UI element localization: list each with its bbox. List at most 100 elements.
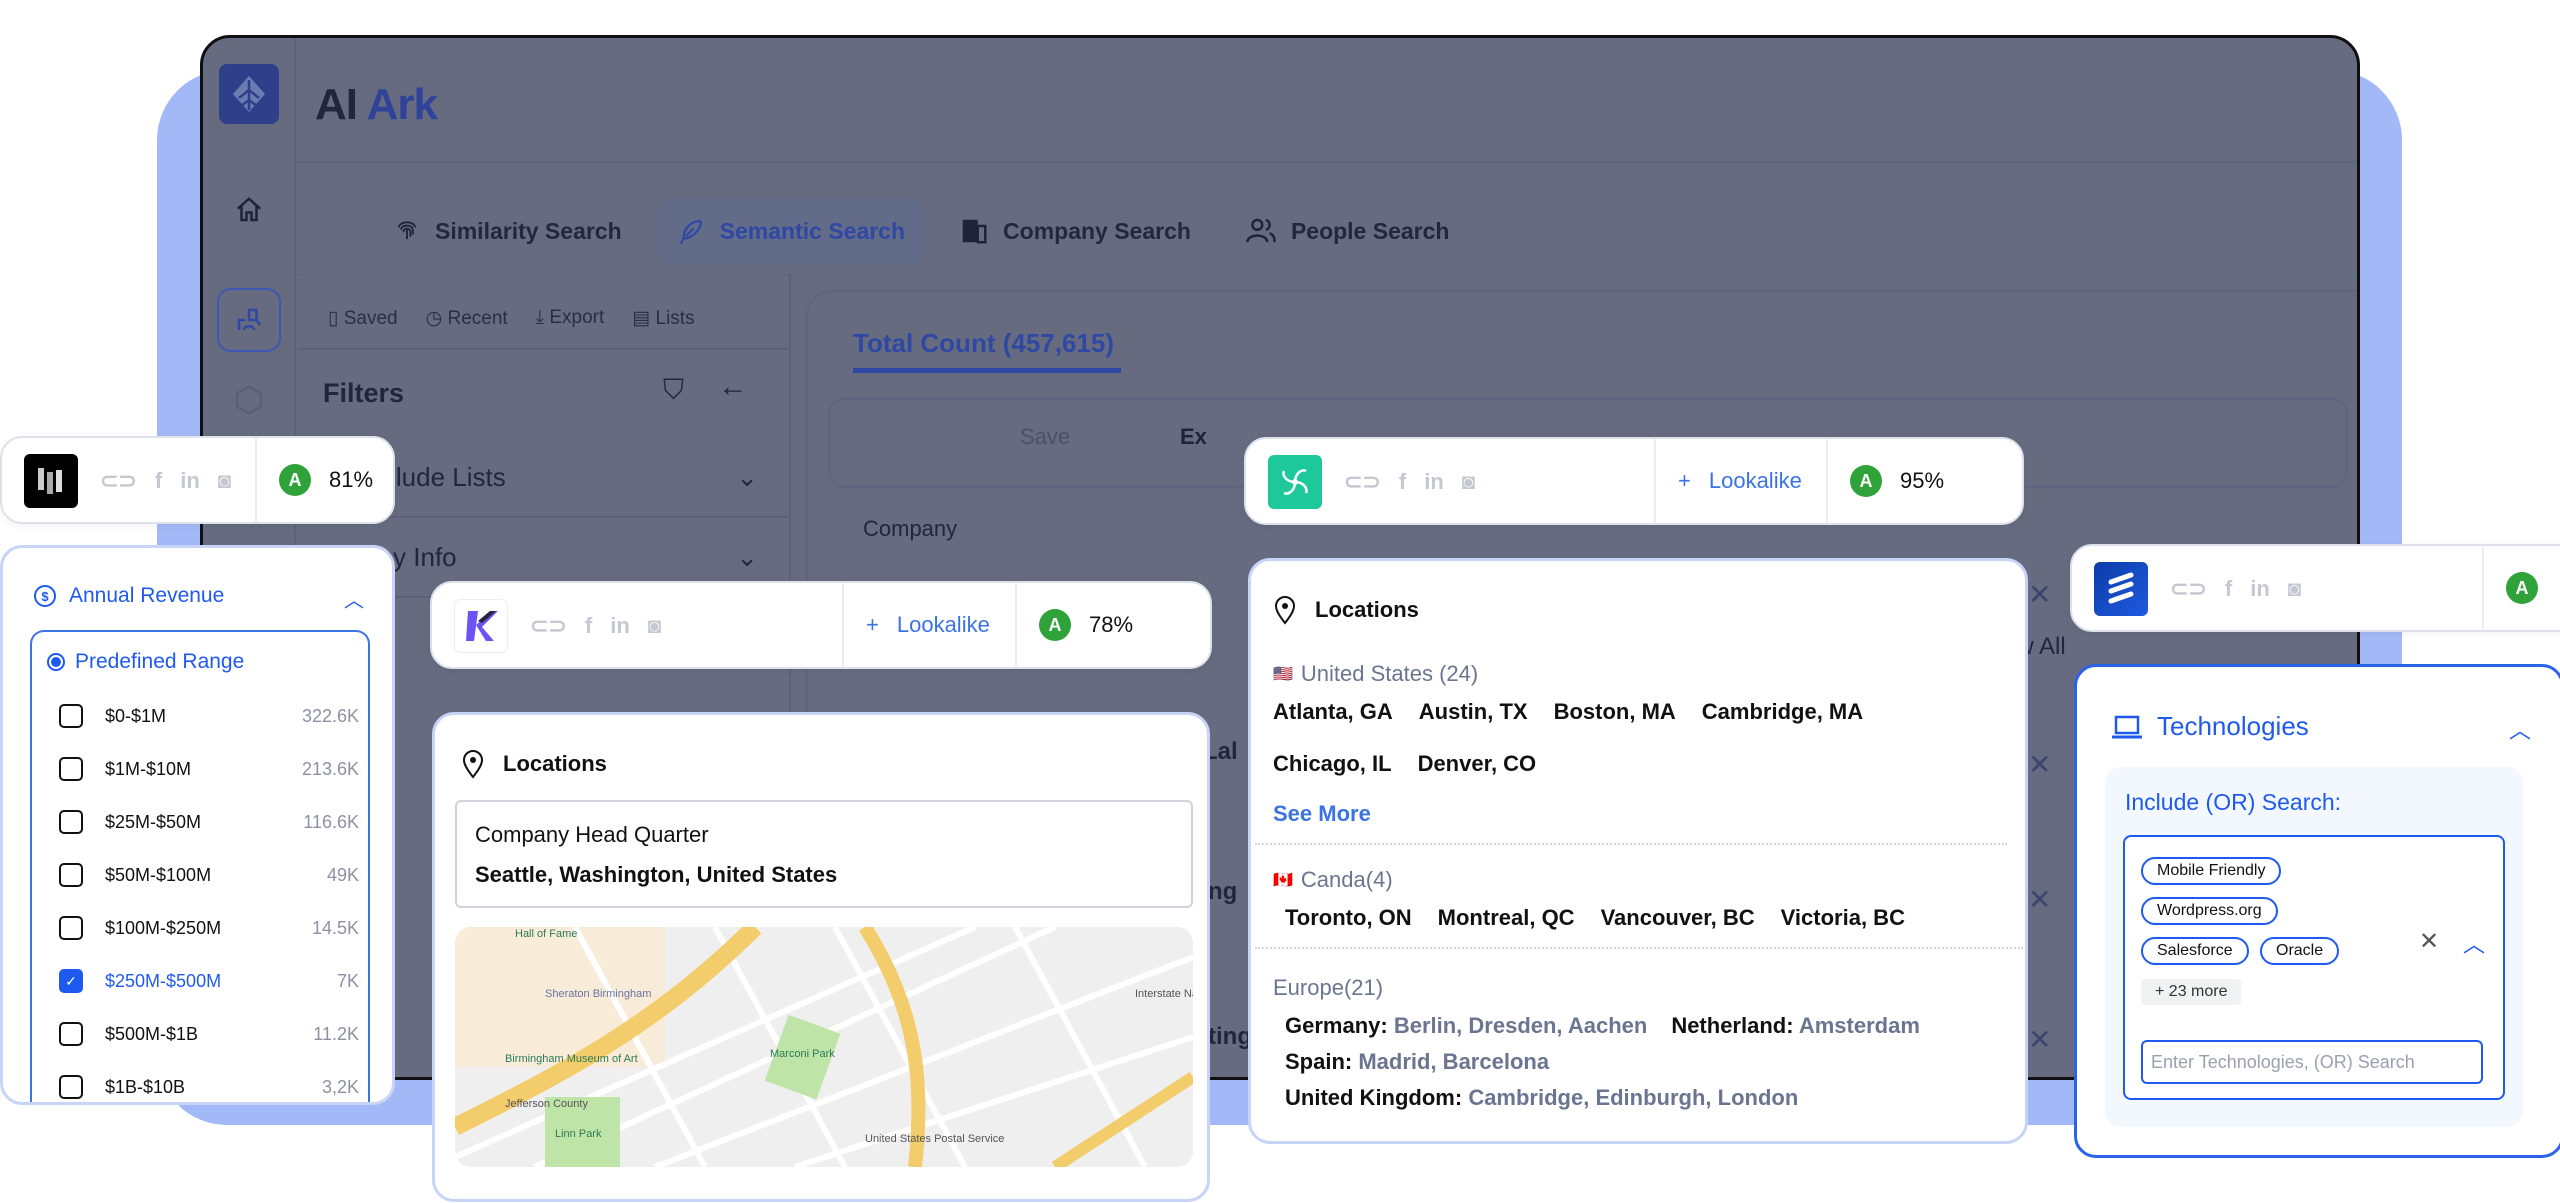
predefined-range-radio[interactable]: Predefined Range [47, 650, 244, 674]
revenue-range-option[interactable]: $50M-$100M 49K [59, 863, 359, 887]
match-score: 78% [1089, 612, 1134, 637]
total-count: Total Count (457,615) [853, 328, 1115, 358]
bookmark-icon[interactable]: ⛉ [663, 374, 684, 407]
range-label: $0-$1M [105, 705, 167, 726]
europe-city-list: Germany: Berlin, Dresden, Aachen Netherla… [1285, 1013, 2005, 1121]
laptop-icon [2112, 715, 2142, 738]
revenue-range-option[interactable]: $0-$1M 322.6K [59, 704, 359, 728]
city-item: Atlanta, GA [1273, 699, 1393, 724]
see-more-link[interactable]: See More [1273, 801, 1371, 827]
instagram-icon[interactable]: ◙ [1462, 469, 1475, 495]
linkedin-icon[interactable]: in [1424, 469, 1444, 495]
revenue-range-option[interactable]: ✓ $250M-$500M 7K [59, 969, 359, 993]
save-button[interactable]: Save [1020, 424, 1070, 450]
revenue-range-option[interactable]: $500M-$1B 11.2K [59, 1022, 359, 1046]
revenue-range-option[interactable]: $25M-$50M 116.6K [59, 810, 359, 834]
social-links: ⊂⊃ f in ◙ [2170, 576, 2301, 602]
linkedin-icon[interactable]: in [2250, 576, 2270, 602]
technologies-panel: Technologies ︿ Include (OR) Search: Mobi… [2074, 664, 2560, 1158]
app-logo[interactable] [219, 64, 279, 124]
technology-selector[interactable]: Mobile Friendly Wordpress.org Salesforce… [2123, 835, 2505, 1100]
revenue-range-option[interactable]: $100M-$250M 14.5K [59, 916, 359, 940]
chevron-up-icon[interactable]: ︿ [2463, 927, 2485, 959]
remove-row-icon[interactable]: ✕ [2028, 578, 2051, 611]
saved-button[interactable]: ▯ Saved [328, 307, 398, 330]
link-icon[interactable]: ⊂⊃ [100, 468, 137, 494]
tab-similarity-search[interactable]: Similarity Search [373, 198, 642, 264]
checkbox[interactable] [59, 863, 83, 887]
bars-logo-icon [38, 468, 62, 494]
revenue-range-option[interactable]: $1M-$10M 213.6K [59, 757, 359, 781]
link-icon[interactable]: ⊂⊃ [1344, 469, 1381, 495]
instagram-icon[interactable]: ◙ [648, 613, 661, 639]
people-search-icon [237, 308, 262, 331]
remove-row-icon[interactable]: ✕ [2028, 748, 2051, 781]
map-label: Jefferson County [505, 1098, 588, 1110]
checkbox[interactable]: ✓ [59, 969, 83, 993]
facebook-icon[interactable]: f [155, 468, 162, 494]
linkedin-icon[interactable]: in [180, 468, 200, 494]
chevron-up-icon[interactable]: ︿ [2509, 713, 2531, 745]
tab-semantic-search[interactable]: Semantic Search [655, 198, 926, 264]
tech-chip[interactable]: Wordpress.org [2141, 897, 2278, 925]
instagram-icon[interactable]: ◙ [2288, 576, 2301, 602]
europe-row: Germany: Berlin, Dresden, Aachen Netherla… [1285, 1013, 2005, 1039]
country-name: Spain: [1285, 1049, 1359, 1074]
column-company[interactable]: Company [863, 516, 957, 542]
hq-map[interactable]: Hall of Fame Sheraton Birmingham Birming… [455, 927, 1193, 1167]
checkbox[interactable] [59, 1022, 83, 1046]
checkbox[interactable] [59, 704, 83, 728]
link-icon[interactable]: ⊂⊃ [2170, 576, 2207, 602]
us-flag-icon: 🇺🇸 [1273, 666, 1293, 683]
checkbox[interactable] [59, 916, 83, 940]
company-logo [1268, 455, 1322, 509]
range-count: 322.6K [301, 705, 359, 726]
city-item: Toronto, ON [1285, 905, 1412, 930]
lists-button[interactable]: ▤ Lists [632, 307, 694, 330]
back-arrow-icon[interactable]: ← [718, 370, 748, 404]
annual-revenue-header[interactable]: $ Annual Revenue [33, 584, 224, 608]
company-card-1[interactable]: ⊂⊃ f in ◙ A 81% [0, 436, 395, 524]
locations-header: Locations [461, 749, 607, 779]
hexagon-nav-button[interactable] [217, 368, 281, 432]
technologies-search-input[interactable] [2141, 1040, 2483, 1084]
tech-chip[interactable]: Mobile Friendly [2141, 857, 2282, 885]
facebook-icon[interactable]: f [1399, 469, 1406, 495]
export-button[interactable]: ⤓ Export [536, 307, 605, 329]
revenue-range-option[interactable]: $1B-$10B 3,2K [59, 1075, 359, 1099]
recent-button[interactable]: ◷ Recent [426, 307, 508, 330]
checkbox[interactable] [59, 1075, 83, 1099]
facebook-icon[interactable]: f [585, 613, 592, 639]
linkedin-icon[interactable]: in [610, 613, 630, 639]
tab-people-search[interactable]: People Search [1225, 198, 1470, 264]
search-nav-button[interactable] [217, 288, 281, 352]
technologies-header[interactable]: Technologies [2111, 711, 2309, 742]
clear-icon[interactable]: ✕ [2419, 927, 2439, 956]
map-label: United States Postal Service [865, 1133, 1004, 1145]
tab-company-search[interactable]: Company Search [939, 198, 1211, 264]
company-card-4[interactable]: ⊂⊃ f in ◙ A [2070, 544, 2560, 632]
home-button[interactable] [217, 178, 281, 242]
remove-row-icon[interactable]: ✕ [2028, 1023, 2051, 1056]
export-results-button[interactable]: Ex [1180, 424, 1207, 450]
facebook-icon[interactable]: f [2225, 576, 2232, 602]
tech-chip[interactable]: Oracle [2260, 937, 2340, 965]
remove-row-icon[interactable]: ✕ [2028, 883, 2051, 916]
checkbox[interactable] [59, 757, 83, 781]
instagram-icon[interactable]: ◙ [218, 468, 231, 494]
swirl-logo-icon [1282, 469, 1308, 495]
country-us: 🇺🇸 United States (24) [1273, 661, 1479, 686]
chevron-up-icon[interactable]: ︿ [344, 584, 364, 613]
feather-icon [679, 219, 702, 245]
range-count: 3,2K [321, 1076, 359, 1097]
company-card-3[interactable]: ⊂⊃ f in ◙ + Lookalike A 95% [1244, 437, 2024, 525]
lookalike-button[interactable]: + Lookalike [842, 583, 1014, 667]
lookalike-button[interactable]: + Lookalike [1654, 439, 1826, 523]
company-card-2[interactable]: ⊂⊃ f in ◙ + Lookalike A 78% [430, 581, 1212, 669]
us-city-list: Atlanta, GA Austin, TX Boston, MA Cambridge… [1273, 699, 1893, 777]
search-tabs: Similarity Search Semantic Search Compan… [373, 198, 1469, 264]
link-icon[interactable]: ⊂⊃ [530, 613, 567, 639]
tech-chip[interactable]: Salesforce [2141, 937, 2249, 965]
checkbox[interactable] [59, 810, 83, 834]
more-technologies-chip[interactable]: + 23 more [2141, 979, 2242, 1005]
